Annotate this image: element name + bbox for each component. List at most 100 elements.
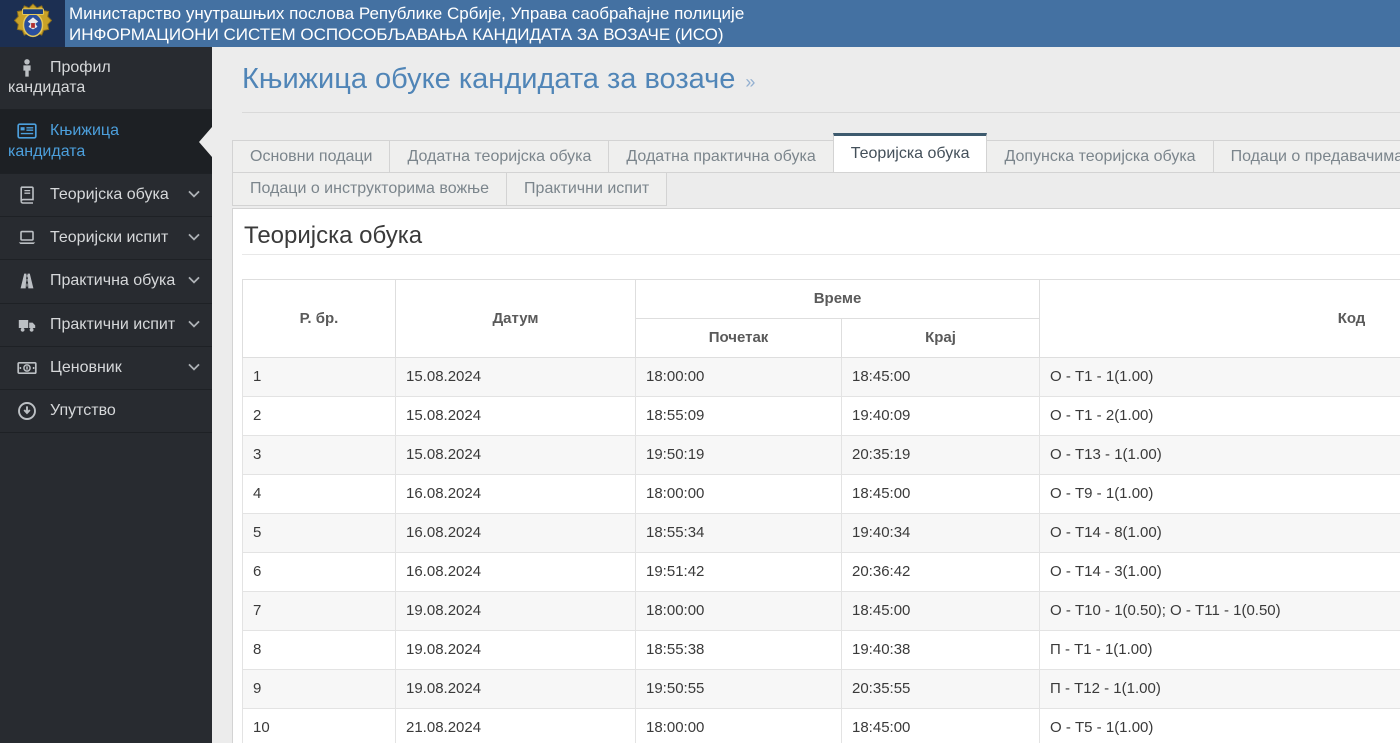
chevron-down-icon bbox=[188, 276, 200, 285]
cell-rbr: 3 bbox=[242, 435, 396, 475]
cell-datum: 16.08.2024 bbox=[395, 513, 636, 553]
cell-pocetak: 18:00:00 bbox=[635, 591, 842, 631]
cell-rbr: 2 bbox=[242, 396, 396, 436]
cell-kraj: 20:35:55 bbox=[840, 669, 1041, 709]
cell-pocetak: 18:00:00 bbox=[635, 474, 842, 514]
cell-datum: 16.08.2024 bbox=[395, 552, 636, 592]
tab-dopunska-teorijska-obuka[interactable]: Допунска теоријска обука bbox=[986, 140, 1214, 173]
sidebar-item-cenovnik[interactable]: Ценовник bbox=[0, 347, 212, 391]
cell-kod: О - Т14 - 8(1.00) bbox=[1039, 513, 1400, 553]
cell-kod: П - Т1 - 1(1.00) bbox=[1039, 630, 1400, 670]
cell-kod: О - Т14 - 3(1.00) bbox=[1039, 552, 1400, 592]
tab-bar-row2: Подаци о инструкторима вожње Практични ис… bbox=[232, 173, 1400, 206]
cell-datum: 16.08.2024 bbox=[395, 474, 636, 514]
sidebar-item-prakticna-obuka[interactable]: Практична обука bbox=[0, 260, 212, 304]
cell-kod: О - Т5 - 1(1.00) bbox=[1039, 708, 1400, 743]
cell-kraj: 19:40:38 bbox=[840, 630, 1041, 670]
cell-kraj: 19:40:09 bbox=[840, 396, 1041, 436]
sidebar-item-teorijski-ispit[interactable]: Теоријски испит bbox=[0, 217, 212, 261]
table-row: 1 15.08.2024 18:00:00 18:45:00 О - Т1 - 1(1.… bbox=[242, 357, 1400, 397]
cell-kraj: 18:45:00 bbox=[840, 357, 1041, 397]
cell-rbr: 9 bbox=[242, 669, 396, 709]
column-header-kod: Код bbox=[1039, 279, 1400, 358]
cell-datum: 15.08.2024 bbox=[395, 357, 636, 397]
cell-kraj: 18:45:00 bbox=[840, 474, 1041, 514]
cell-datum: 19.08.2024 bbox=[395, 630, 636, 670]
sidebar-item-label: Упутство bbox=[50, 402, 116, 420]
breadcrumb-chevrons: » bbox=[745, 72, 756, 92]
cell-datum: 21.08.2024 bbox=[395, 708, 636, 743]
column-header-vreme: Време bbox=[634, 279, 1041, 319]
tab-dodatna-teorijska-obuka[interactable]: Додатна теоријска обука bbox=[389, 140, 610, 173]
sidebar-item-prakticni-ispit[interactable]: Практични испит bbox=[0, 304, 212, 347]
table-row: 5 16.08.2024 18:55:34 19:40:34 О - Т14 - 8(1… bbox=[242, 513, 1400, 553]
table-row: 2 15.08.2024 18:55:09 19:40:09 О - Т1 - 2(1.… bbox=[242, 396, 1400, 436]
cell-kod: О - Т9 - 1(1.00) bbox=[1039, 474, 1400, 514]
table-row: 6 16.08.2024 19:51:42 20:36:42 О - Т14 - 3(1… bbox=[242, 552, 1400, 592]
cell-kraj: 20:36:42 bbox=[840, 552, 1041, 592]
sidebar-nav: Профил кандидата Књижица кандидата Теоријс… bbox=[0, 47, 212, 434]
tab-podaci-o-instruktorima-voznje[interactable]: Подаци о инструкторима вожње bbox=[232, 173, 508, 206]
page-title-text: Књижица обуке кандидата за возаче bbox=[242, 63, 736, 95]
tab-prakticni-ispit[interactable]: Практични испит bbox=[506, 173, 668, 206]
cell-pocetak: 19:50:55 bbox=[635, 669, 842, 709]
sidebar-item-label: Ценовник bbox=[50, 358, 122, 376]
download-icon bbox=[16, 401, 38, 421]
cell-kod: О - Т13 - 1(1.00) bbox=[1039, 435, 1400, 475]
tab-bar-row1: Основни подаци Додатна теоријска обука Дод… bbox=[232, 133, 1400, 173]
cell-datum: 19.08.2024 bbox=[395, 669, 636, 709]
column-header-pocetak: Почетак bbox=[635, 318, 842, 358]
cell-kod: О - Т10 - 1(0.50); О - Т11 - 1(0.50) bbox=[1039, 591, 1400, 631]
training-sessions-table: Р. бр. Датум Време Код Почетак Крај 1 15.… bbox=[242, 279, 1400, 743]
cell-rbr: 8 bbox=[242, 630, 396, 670]
cell-datum: 19.08.2024 bbox=[395, 591, 636, 631]
column-header-datum: Датум bbox=[395, 279, 636, 358]
cell-pocetak: 19:51:42 bbox=[635, 552, 842, 592]
tab-dodatna-prakticna-obuka[interactable]: Додатна практична обука bbox=[608, 140, 834, 173]
page-title: Књижица обуке кандидата за возаче » bbox=[242, 61, 1400, 100]
tab-podaci-o-predavacima[interactable]: Подаци о предавачима bbox=[1212, 140, 1400, 173]
cell-rbr: 7 bbox=[242, 591, 396, 631]
road-icon bbox=[16, 271, 38, 291]
truck-icon bbox=[16, 315, 38, 335]
cell-kraj: 18:45:00 bbox=[840, 708, 1041, 743]
cell-datum: 15.08.2024 bbox=[395, 396, 636, 436]
cell-kod: О - Т1 - 1(1.00) bbox=[1039, 357, 1400, 397]
cell-pocetak: 18:55:34 bbox=[635, 513, 842, 553]
sidebar-item-profil-kandidata[interactable]: Профил кандидата bbox=[0, 47, 212, 111]
cell-kod: О - Т1 - 2(1.00) bbox=[1039, 396, 1400, 436]
column-header-rbr: Р. бр. bbox=[242, 279, 396, 358]
chevron-down-icon bbox=[188, 320, 200, 328]
table-row: 3 15.08.2024 19:50:19 20:35:19 О - Т13 - 1(1… bbox=[242, 435, 1400, 475]
sidebar-item-uputstvo[interactable]: Упутство bbox=[0, 390, 212, 434]
cell-datum: 15.08.2024 bbox=[395, 435, 636, 475]
table-row: 9 19.08.2024 19:50:55 20:35:55 П - Т12 - 1(1… bbox=[242, 669, 1400, 709]
sidebar-item-label: Теоријски испит bbox=[50, 229, 169, 247]
tab-content-panel: Теоријска обука Р. бр. Датум Време Код П… bbox=[232, 208, 1400, 743]
chevron-down-icon bbox=[188, 233, 200, 241]
cell-pocetak: 18:00:00 bbox=[635, 357, 842, 397]
table-row: 7 19.08.2024 18:00:00 18:45:00 О - Т10 - 1(0… bbox=[242, 591, 1400, 631]
person-icon bbox=[16, 58, 38, 78]
sidebar: Профил кандидата Књижица кандидата Теоријс… bbox=[0, 47, 212, 743]
main-content: Књижица обуке кандидата за возаче » Основ… bbox=[212, 47, 1400, 743]
sidebar-item-teorijska-obuka[interactable]: Теоријска обука bbox=[0, 174, 212, 218]
cell-kraj: 18:45:00 bbox=[840, 591, 1041, 631]
system-title: ИНФОРМАЦИОНИ СИСТЕМ ОСПОСОБЉАВАЊА КАНДИД… bbox=[69, 25, 724, 44]
app-header: Министарство унутрашњих послова Републик… bbox=[0, 0, 1400, 47]
cell-kod: П - Т12 - 1(1.00) bbox=[1039, 669, 1400, 709]
tab-teorijska-obuka[interactable]: Теоријска обука bbox=[832, 133, 988, 173]
sidebar-item-label: Практична обука bbox=[50, 272, 176, 290]
cell-kraj: 20:35:19 bbox=[840, 435, 1041, 475]
section-divider bbox=[242, 254, 1400, 255]
column-header-kraj: Крај bbox=[840, 318, 1041, 358]
cell-pocetak: 18:55:09 bbox=[635, 396, 842, 436]
laptop-icon bbox=[16, 228, 38, 248]
sidebar-item-knjizica-kandidata[interactable]: Књижица кандидата bbox=[0, 110, 212, 174]
cell-pocetak: 18:00:00 bbox=[635, 708, 842, 743]
coat-of-arms bbox=[0, 0, 65, 47]
book-icon bbox=[16, 185, 38, 205]
police-badge-icon bbox=[13, 2, 52, 38]
tab-osnovni-podaci[interactable]: Основни подаци bbox=[232, 140, 391, 173]
cell-rbr: 4 bbox=[242, 474, 396, 514]
